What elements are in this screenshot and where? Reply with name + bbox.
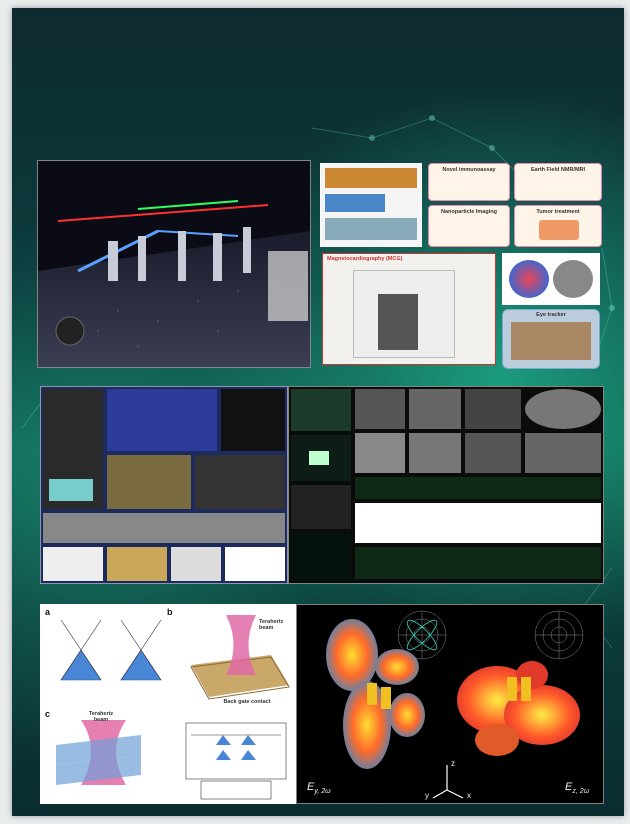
radiation-pattern-render: z y x Ey, 2ω Ez, 2ω [296,604,604,804]
panel-label-c: c [45,709,51,719]
radiation-lobes-illustration [326,610,584,799]
nanoparticle-tile: Nanoparticle Imaging [428,205,510,247]
tile-label: Earth Field NMR/MRI [530,167,586,173]
nmr-tile: Earth Field NMR/MRI [514,163,602,201]
panel-label-b: b [167,607,173,617]
back-gate-label: Back gate contact [223,699,271,705]
mcg-room-photo: Magnetocardiography (MCG) [322,253,496,365]
terahertz-diagram: a b c Terahertz beam Terahertz beam Back… [40,604,300,804]
eye-tracker-tile: Eye tracker [502,309,600,369]
terahertz-beam-label-b: Terahertz beam [259,619,284,631]
poster-page: Novel immunoassay Earth Field NMR/MRI Na… [12,8,624,816]
laser-lab-photo [37,160,311,368]
panel-label-a: a [45,607,51,617]
right-field-label: Ez, 2ω [565,781,589,795]
eye-tracker-label: Eye tracker [536,312,566,318]
news-clipping [320,163,422,247]
brain-scan-tile [502,253,600,305]
terahertz-beam-label-c: Terahertz beam [88,711,114,723]
mcg-title: Magnetocardiography (MCG) [327,256,403,262]
optics-micrograph-collage [288,386,604,584]
left-field-label: Ey, 2ω [307,781,331,795]
tile-label: Nanoparticle Imaging [441,209,497,215]
tumor-tile: Tumor treatment [514,205,602,247]
tile-label: Novel immunoassay [442,167,496,173]
axis-y-label: y [425,791,429,800]
axis-x-label: x [467,791,471,800]
axis-z-label: z [451,759,455,768]
left-field-subscript: y, 2ω [314,788,331,796]
laser-lab-illustration [38,161,310,367]
biomagnetism-collage: Novel immunoassay Earth Field NMR/MRI Na… [320,163,606,373]
right-field-subscript: z, 2ω [572,788,590,796]
tile-label: Tumor treatment [536,209,580,215]
device-lab-collage [40,386,288,584]
immunoassay-tile: Novel immunoassay [428,163,510,201]
